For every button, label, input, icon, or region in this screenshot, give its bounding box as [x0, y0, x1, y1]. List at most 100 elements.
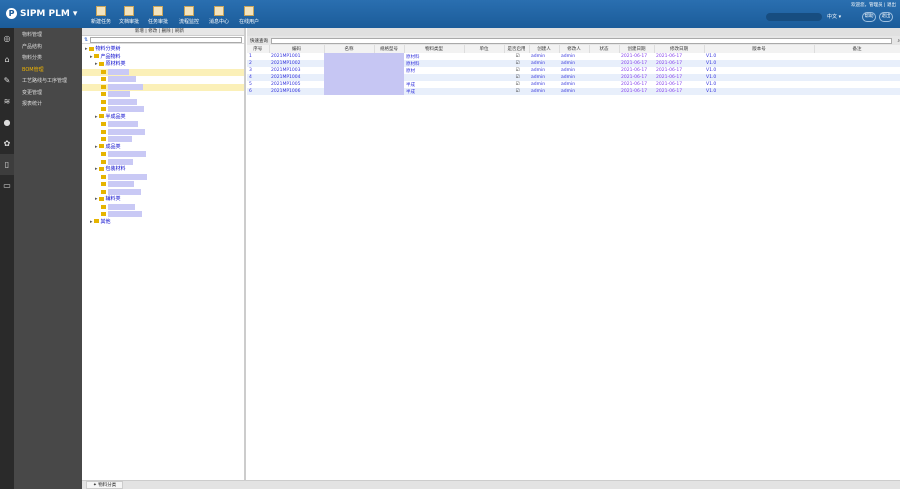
column-header[interactable]: 创建人	[529, 45, 560, 53]
user-info[interactable]: 欢迎您，管理员 | 退出	[851, 2, 896, 8]
expand-toggle-icon[interactable]: ▸	[95, 61, 98, 67]
menu-item[interactable]: BOM管理	[14, 65, 82, 77]
cell[interactable]: ☑	[504, 53, 529, 60]
tree-node[interactable]	[82, 106, 244, 114]
cell[interactable]: ☑	[504, 60, 529, 67]
column-header[interactable]: 状态	[589, 45, 620, 53]
column-header[interactable]: 名称	[324, 45, 375, 53]
cell	[589, 53, 619, 60]
tree-node[interactable]: ▸ 成品类	[82, 144, 244, 152]
book-icon[interactable]: ▯	[0, 154, 14, 175]
table-row[interactable]: 5 2021MP1005 半成 ☑ admin admin 2021-06-17 2021-0…	[247, 81, 900, 88]
tree-node[interactable]	[82, 76, 244, 84]
column-header[interactable]: 序号	[247, 45, 270, 53]
cell: admin	[561, 54, 576, 59]
cell	[814, 81, 900, 88]
column-header[interactable]: 编码	[269, 45, 325, 53]
tree-node[interactable]: ▸ 其他	[82, 219, 244, 227]
menu-item[interactable]: 物料管理	[14, 30, 82, 42]
gear-icon[interactable]: ✿	[0, 133, 14, 154]
cell: V1.0	[706, 68, 717, 73]
tree-node[interactable]	[82, 181, 244, 189]
side-menu: 物料管理 产品结构 物料分类 BOM管理 工艺路线与工序管理 变更管理 报表统计	[14, 28, 82, 489]
tree-node[interactable]	[82, 188, 244, 197]
column-header[interactable]: 创建日期	[619, 45, 655, 53]
menu-item[interactable]: 物料分类	[14, 53, 82, 65]
header-search-input[interactable]	[766, 13, 822, 21]
tree-node[interactable]	[82, 128, 244, 137]
tab-material-category[interactable]: ✦ 物料分类	[86, 481, 124, 489]
table-row[interactable]: 1 2021MP1001 原材料 ☑ admin admin 2021-06-17 2021-…	[247, 53, 900, 60]
expand-toggle-icon[interactable]: ▸	[95, 196, 98, 202]
help-button[interactable]: 帮助	[862, 12, 876, 22]
cell: 2021-06-17	[621, 82, 648, 87]
tree-node[interactable]	[82, 173, 244, 182]
cell[interactable]: ☑	[504, 88, 529, 95]
grid-search-input[interactable]	[271, 37, 893, 44]
table-row[interactable]: 6 2021MP1006 半成 ☑ admin admin 2021-06-17 2021-0…	[247, 88, 900, 95]
expand-toggle-icon[interactable]: ▸	[85, 46, 88, 52]
app-logo[interactable]: P SIPM PLM ▾	[6, 8, 77, 19]
cell	[374, 53, 404, 60]
home-icon[interactable]: ⌂	[0, 49, 14, 70]
menu-item[interactable]: 报表统计	[14, 99, 82, 111]
expand-toggle-icon[interactable]: ▸	[90, 219, 93, 225]
tree-node[interactable]	[82, 211, 244, 219]
toolbar-button-1[interactable]: 文档审批	[116, 6, 142, 25]
tree-node[interactable]	[82, 68, 244, 76]
expand-toggle-icon[interactable]: ▸	[90, 54, 93, 60]
edit-icon[interactable]: ✎	[0, 70, 14, 91]
toolbar-button-0[interactable]: 新建任务	[88, 6, 114, 25]
globe-icon[interactable]: ●	[0, 112, 14, 133]
layers-icon[interactable]: ≋	[0, 91, 14, 112]
cell[interactable]: ☑	[504, 81, 529, 88]
tree-search-input[interactable]	[90, 36, 242, 43]
expand-toggle-icon[interactable]: ▸	[95, 144, 98, 150]
cell: 原材料	[406, 54, 420, 60]
table-row[interactable]: 4 2021MP1004 ☑ admin admin 2021-06-17 2021-06-…	[247, 74, 900, 81]
toolbar-button-2[interactable]: 任务审批	[145, 6, 171, 25]
tree-node[interactable]	[82, 98, 244, 107]
table-row[interactable]: 3 2021MP1003 原材 ☑ admin admin 2021-06-17 2021-0…	[247, 67, 900, 74]
column-header[interactable]: 规格型号	[374, 45, 405, 53]
card-icon[interactable]: ▭	[0, 175, 14, 196]
column-header[interactable]: 修改人	[559, 45, 590, 53]
quick-search-label: 快速查询	[250, 38, 268, 44]
column-header[interactable]: 单位	[464, 45, 505, 53]
tree-node[interactable]	[82, 203, 244, 212]
expand-toggle-icon[interactable]: ▸	[95, 114, 98, 120]
expand-toggle-icon[interactable]: ▸	[95, 166, 98, 172]
tree-node[interactable]: ▸ 半成品类	[82, 114, 244, 122]
column-header[interactable]: 物料类型	[404, 45, 465, 53]
tree-node[interactable]	[82, 158, 244, 167]
menu-item[interactable]: 工艺路线与工序管理	[14, 76, 82, 88]
menu-item[interactable]: 产品结构	[14, 42, 82, 54]
column-header[interactable]: 是否启用	[504, 45, 530, 53]
tree-node[interactable]	[82, 121, 244, 129]
tree-node[interactable]: ▸ 辅料类	[82, 196, 244, 204]
toolbar-button-3[interactable]: 流程监控	[176, 6, 202, 25]
tree-node[interactable]: ▸ 产品物料	[82, 54, 244, 62]
column-header[interactable]: 备注	[814, 45, 900, 53]
column-header[interactable]: 版本号	[704, 45, 815, 53]
toolbar-button-4[interactable]: 消息中心	[206, 6, 232, 25]
language-select[interactable]: 中文 ▾	[825, 13, 859, 21]
column-header[interactable]: 修改日期	[654, 45, 705, 53]
cell[interactable]: ☑	[504, 74, 529, 81]
tree-toolbar[interactable]: 新增 | 修改 | 删除 | 刷新	[82, 28, 244, 36]
cell: 3	[249, 68, 252, 73]
tree-node[interactable]: ▸ 物料分类树	[82, 46, 244, 54]
logout-button[interactable]: 退出	[879, 12, 893, 22]
tree-node[interactable]	[82, 151, 244, 159]
search-icon[interactable]: ◎	[0, 28, 14, 49]
tree-node[interactable]: ▸ 原材料类	[82, 61, 244, 69]
table-row[interactable]: 2 2021MP1002 原材料 ☑ admin admin 2021-06-17 2021-…	[247, 60, 900, 67]
menu-item[interactable]: 变更管理	[14, 88, 82, 100]
tree-node[interactable]	[82, 91, 244, 99]
toolbar-button-5[interactable]: 在线用户	[236, 6, 262, 25]
cell[interactable]: ☑	[504, 67, 529, 74]
tree-node[interactable]	[82, 136, 244, 144]
tree-node[interactable]	[82, 83, 244, 91]
tree-node[interactable]: ▸ 包装材料	[82, 166, 244, 174]
expand-icon[interactable]: ⇅	[84, 37, 88, 43]
